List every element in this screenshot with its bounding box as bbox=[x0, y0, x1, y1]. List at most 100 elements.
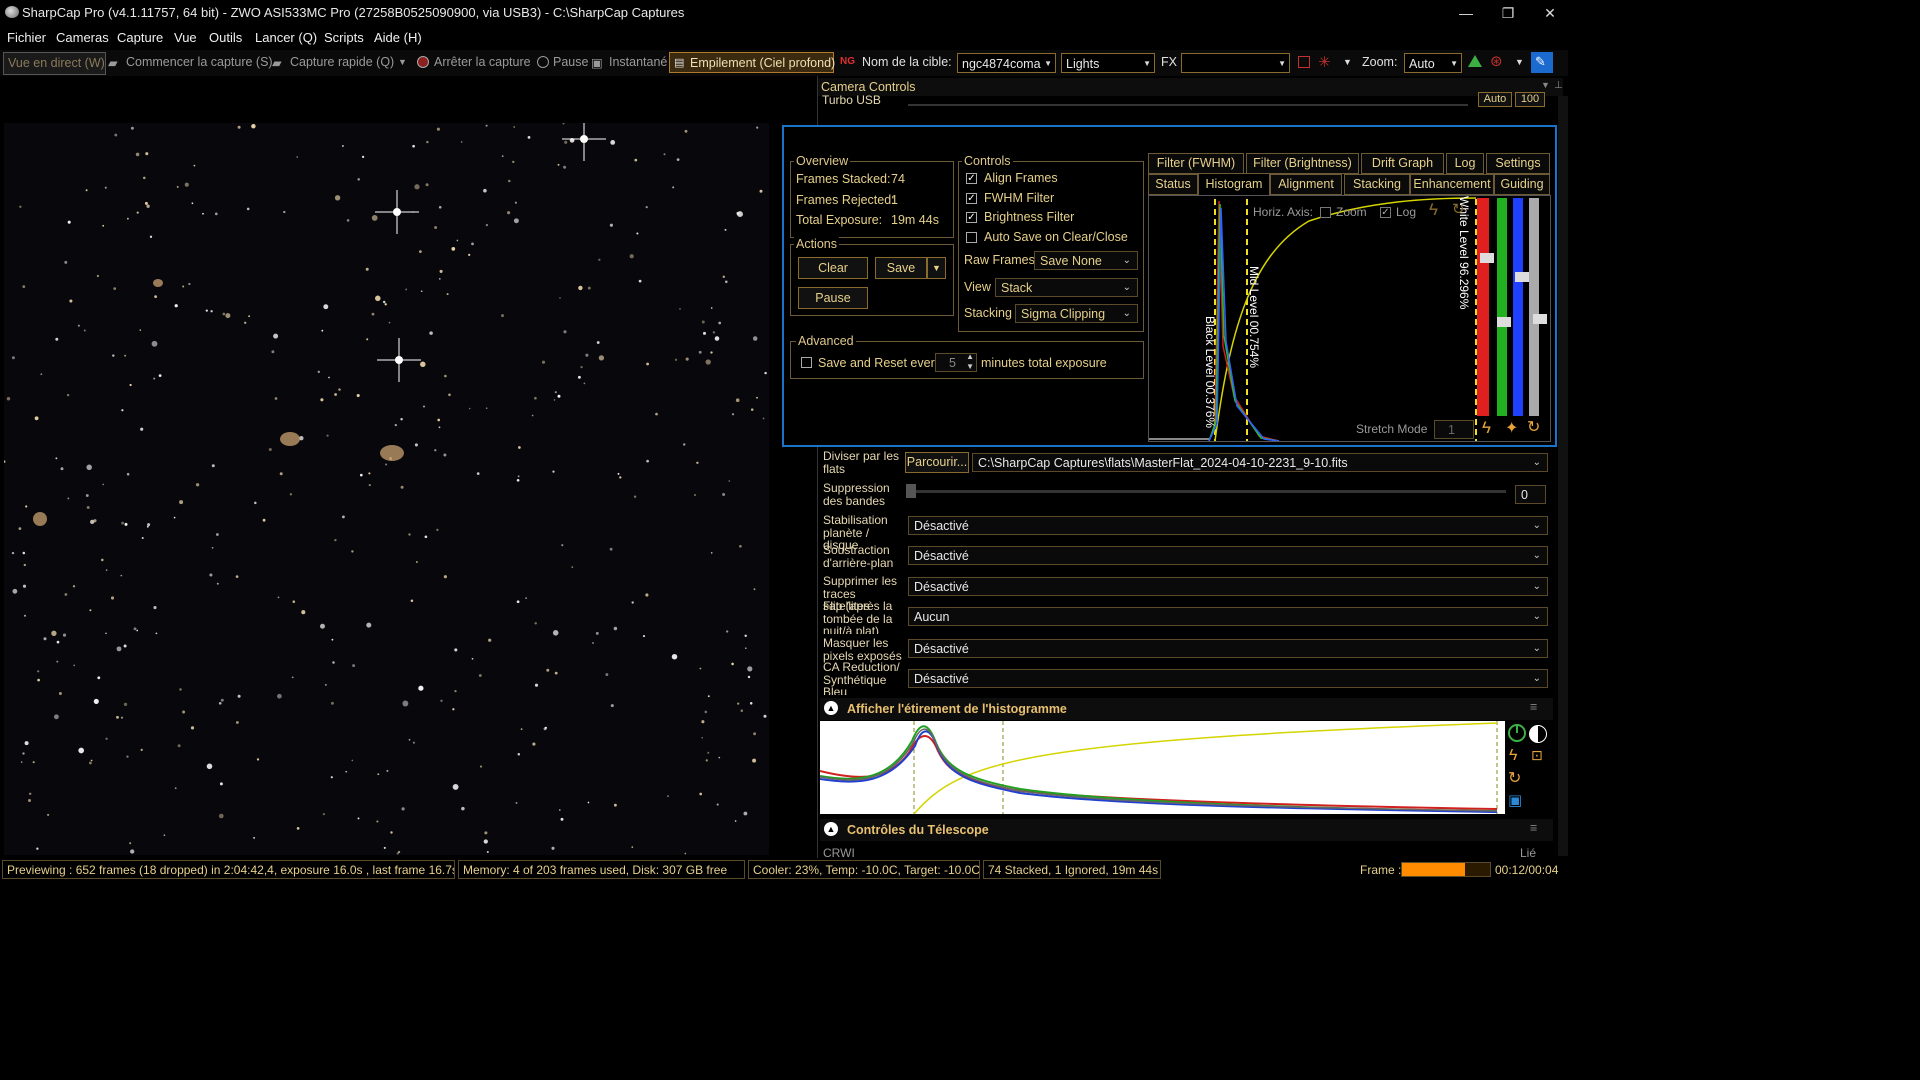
tab-alignment[interactable]: Alignment bbox=[1270, 174, 1342, 195]
flip-select[interactable]: Aucun ⌄ bbox=[908, 607, 1548, 626]
auto-stretch-icon[interactable] bbox=[1507, 723, 1527, 743]
blue-slider-track[interactable] bbox=[1513, 198, 1523, 416]
turbo-auto-button[interactable]: Auto bbox=[1478, 92, 1512, 107]
planet-stabilisation-select[interactable]: Désactivé ⌄ bbox=[908, 516, 1548, 535]
lightning-icon[interactable]: ϟ bbox=[1482, 418, 1491, 438]
band-suppression-thumb[interactable] bbox=[906, 484, 916, 498]
red-slider-track[interactable] bbox=[1477, 198, 1489, 416]
save-dropdown-button[interactable]: ▼ bbox=[927, 257, 946, 279]
align-frames-checkbox[interactable]: ✓ bbox=[966, 173, 977, 184]
tab-histogram[interactable]: Histogram bbox=[1198, 173, 1270, 196]
pin-icon[interactable]: ⊥ bbox=[1554, 80, 1563, 91]
lock-icon[interactable]: ⊡ bbox=[1531, 747, 1543, 764]
menu-icon[interactable]: ≡ bbox=[1530, 700, 1537, 714]
stack-histogram-area[interactable]: Black Level 00.376% Mid Level 00.754% Wh… bbox=[1148, 195, 1551, 442]
target-reticle-icon[interactable]: ⊛ bbox=[1490, 52, 1503, 70]
snapshot-button[interactable]: Instantané bbox=[609, 55, 667, 69]
reset-icon[interactable]: ↻ bbox=[1508, 768, 1521, 788]
raw-frames-select[interactable]: Save None ⌄ bbox=[1034, 251, 1138, 270]
view-select[interactable]: Stack ⌄ bbox=[995, 278, 1138, 297]
fwhm-filter-checkbox[interactable]: ✓ bbox=[966, 193, 977, 204]
clear-button[interactable]: Clear bbox=[798, 257, 868, 279]
start-capture-button[interactable]: Commencer la capture (S) bbox=[126, 55, 273, 69]
save-icon[interactable]: ▣ bbox=[1508, 791, 1522, 809]
tab-guiding[interactable]: Guiding bbox=[1494, 174, 1550, 195]
menu-vue[interactable]: Vue bbox=[174, 30, 197, 45]
stacking-mode-select[interactable]: Sigma Clipping ⌄ bbox=[1015, 304, 1138, 323]
chevron-down-icon[interactable]: ▼ bbox=[1541, 80, 1550, 90]
live-view-button[interactable]: Vue en direct (W) bbox=[3, 52, 106, 75]
pause-stack-button[interactable]: Pause bbox=[798, 287, 868, 309]
reticle-box-icon[interactable] bbox=[1298, 56, 1310, 68]
log-checkbox[interactable]: ✓ bbox=[1380, 207, 1391, 218]
save-button[interactable]: Save bbox=[875, 257, 927, 279]
green-slider-thumb[interactable] bbox=[1497, 317, 1511, 327]
band-suppression-slider[interactable] bbox=[910, 490, 1506, 493]
histogram-stretch-header[interactable]: ▲ Afficher l'étirement de l'histogramme … bbox=[820, 698, 1553, 720]
band-suppression-value[interactable]: 0 bbox=[1515, 485, 1546, 504]
menu-outils[interactable]: Outils bbox=[209, 30, 242, 45]
minimize-button[interactable]: — bbox=[1455, 2, 1477, 24]
tab-log[interactable]: Log bbox=[1446, 153, 1484, 174]
maximize-button[interactable]: ❐ bbox=[1497, 2, 1519, 24]
blue-slider-thumb[interactable] bbox=[1515, 272, 1529, 282]
brightness-filter-checkbox[interactable]: ✓ bbox=[966, 212, 977, 223]
quick-capture-button[interactable]: Capture rapide (Q) bbox=[290, 55, 394, 69]
stacking-button[interactable]: ▤ Empilement (Ciel profond) bbox=[669, 52, 835, 73]
zoom-checkbox[interactable] bbox=[1320, 207, 1331, 218]
tab-enhancement[interactable]: Enhancement bbox=[1410, 174, 1494, 195]
browse-button[interactable]: Parcourir... bbox=[905, 452, 969, 473]
satellite-removal-select[interactable]: Désactivé ⌄ bbox=[908, 577, 1548, 596]
chevron-down-icon[interactable]: ▼ bbox=[1343, 57, 1352, 67]
reset-icon[interactable]: ↻ bbox=[1452, 200, 1465, 218]
target-name-combo[interactable]: ngc4874coma ▼ bbox=[957, 53, 1056, 73]
red-slider-thumb[interactable] bbox=[1480, 253, 1494, 263]
pause-button[interactable]: Pause bbox=[553, 55, 588, 69]
mask-pixels-select[interactable]: Désactivé ⌄ bbox=[908, 639, 1548, 658]
star-icon[interactable]: ✦ bbox=[1505, 418, 1518, 438]
tab-filter-brightness[interactable]: Filter (Brightness) bbox=[1246, 153, 1359, 174]
flat-file-field[interactable]: C:\SharpCap Captures\flats\MasterFlat_20… bbox=[972, 453, 1548, 472]
frame-type-combo[interactable]: Lights ▼ bbox=[1061, 53, 1155, 73]
lightning-icon[interactable]: ϟ bbox=[1509, 747, 1517, 765]
chevron-down-icon[interactable]: ▼ bbox=[1515, 57, 1524, 67]
menu-aide[interactable]: Aide (H) bbox=[374, 30, 422, 45]
save-reset-checkbox[interactable] bbox=[801, 357, 812, 368]
collapse-icon[interactable]: ▲ bbox=[824, 822, 838, 836]
background-subtraction-select[interactable]: Désactivé ⌄ bbox=[908, 546, 1548, 565]
menu-capture[interactable]: Capture bbox=[117, 30, 163, 45]
tab-settings[interactable]: Settings bbox=[1486, 153, 1550, 174]
menu-fichier[interactable]: Fichier bbox=[7, 30, 46, 45]
auto-save-checkbox[interactable] bbox=[966, 232, 977, 243]
save-reset-minutes[interactable]: 5 ▲ ▼ bbox=[935, 353, 977, 372]
green-slider-track[interactable] bbox=[1497, 198, 1507, 416]
lightning-icon[interactable]: ϟ bbox=[1429, 200, 1438, 220]
stretch-mode-input[interactable]: 1 bbox=[1434, 420, 1474, 439]
close-button[interactable]: ✕ bbox=[1539, 2, 1561, 24]
crosshair-icon[interactable]: ✳ bbox=[1318, 53, 1331, 71]
menu-scripts[interactable]: Scripts bbox=[324, 30, 364, 45]
reset-icon[interactable]: ↻ bbox=[1527, 417, 1540, 437]
turbo-value[interactable]: 100 bbox=[1515, 92, 1545, 107]
menu-cameras[interactable]: Cameras bbox=[56, 30, 109, 45]
lum-slider-thumb[interactable] bbox=[1533, 314, 1547, 324]
tab-filter-fwhm[interactable]: Filter (FWHM) bbox=[1148, 153, 1244, 174]
zoom-combo[interactable]: Auto ▼ bbox=[1404, 53, 1462, 73]
ca-reduction-select[interactable]: Désactivé ⌄ bbox=[908, 669, 1548, 688]
stop-capture-button[interactable]: Arrêter la capture bbox=[434, 55, 531, 69]
spinner-icon[interactable]: ▲ ▼ bbox=[966, 354, 974, 371]
chevron-down-icon[interactable]: ▼ bbox=[398, 57, 407, 67]
menu-icon[interactable]: ≡ bbox=[1530, 821, 1537, 835]
tab-status[interactable]: Status bbox=[1148, 174, 1198, 195]
contrast-icon[interactable] bbox=[1529, 725, 1547, 743]
stretch-histogram[interactable] bbox=[819, 721, 1505, 815]
menu-lancer[interactable]: Lancer (Q) bbox=[255, 30, 317, 45]
tab-stacking[interactable]: Stacking bbox=[1344, 174, 1410, 195]
fx-combo[interactable]: ▼ bbox=[1181, 53, 1290, 73]
panel-scrollbar[interactable] bbox=[1558, 96, 1568, 856]
tab-drift-graph[interactable]: Drift Graph bbox=[1361, 153, 1444, 174]
histogram-icon[interactable] bbox=[1468, 55, 1482, 67]
lum-slider-track[interactable] bbox=[1529, 198, 1539, 416]
turbo-usb-slider[interactable] bbox=[908, 104, 1468, 106]
collapse-icon[interactable]: ▲ bbox=[824, 701, 838, 715]
